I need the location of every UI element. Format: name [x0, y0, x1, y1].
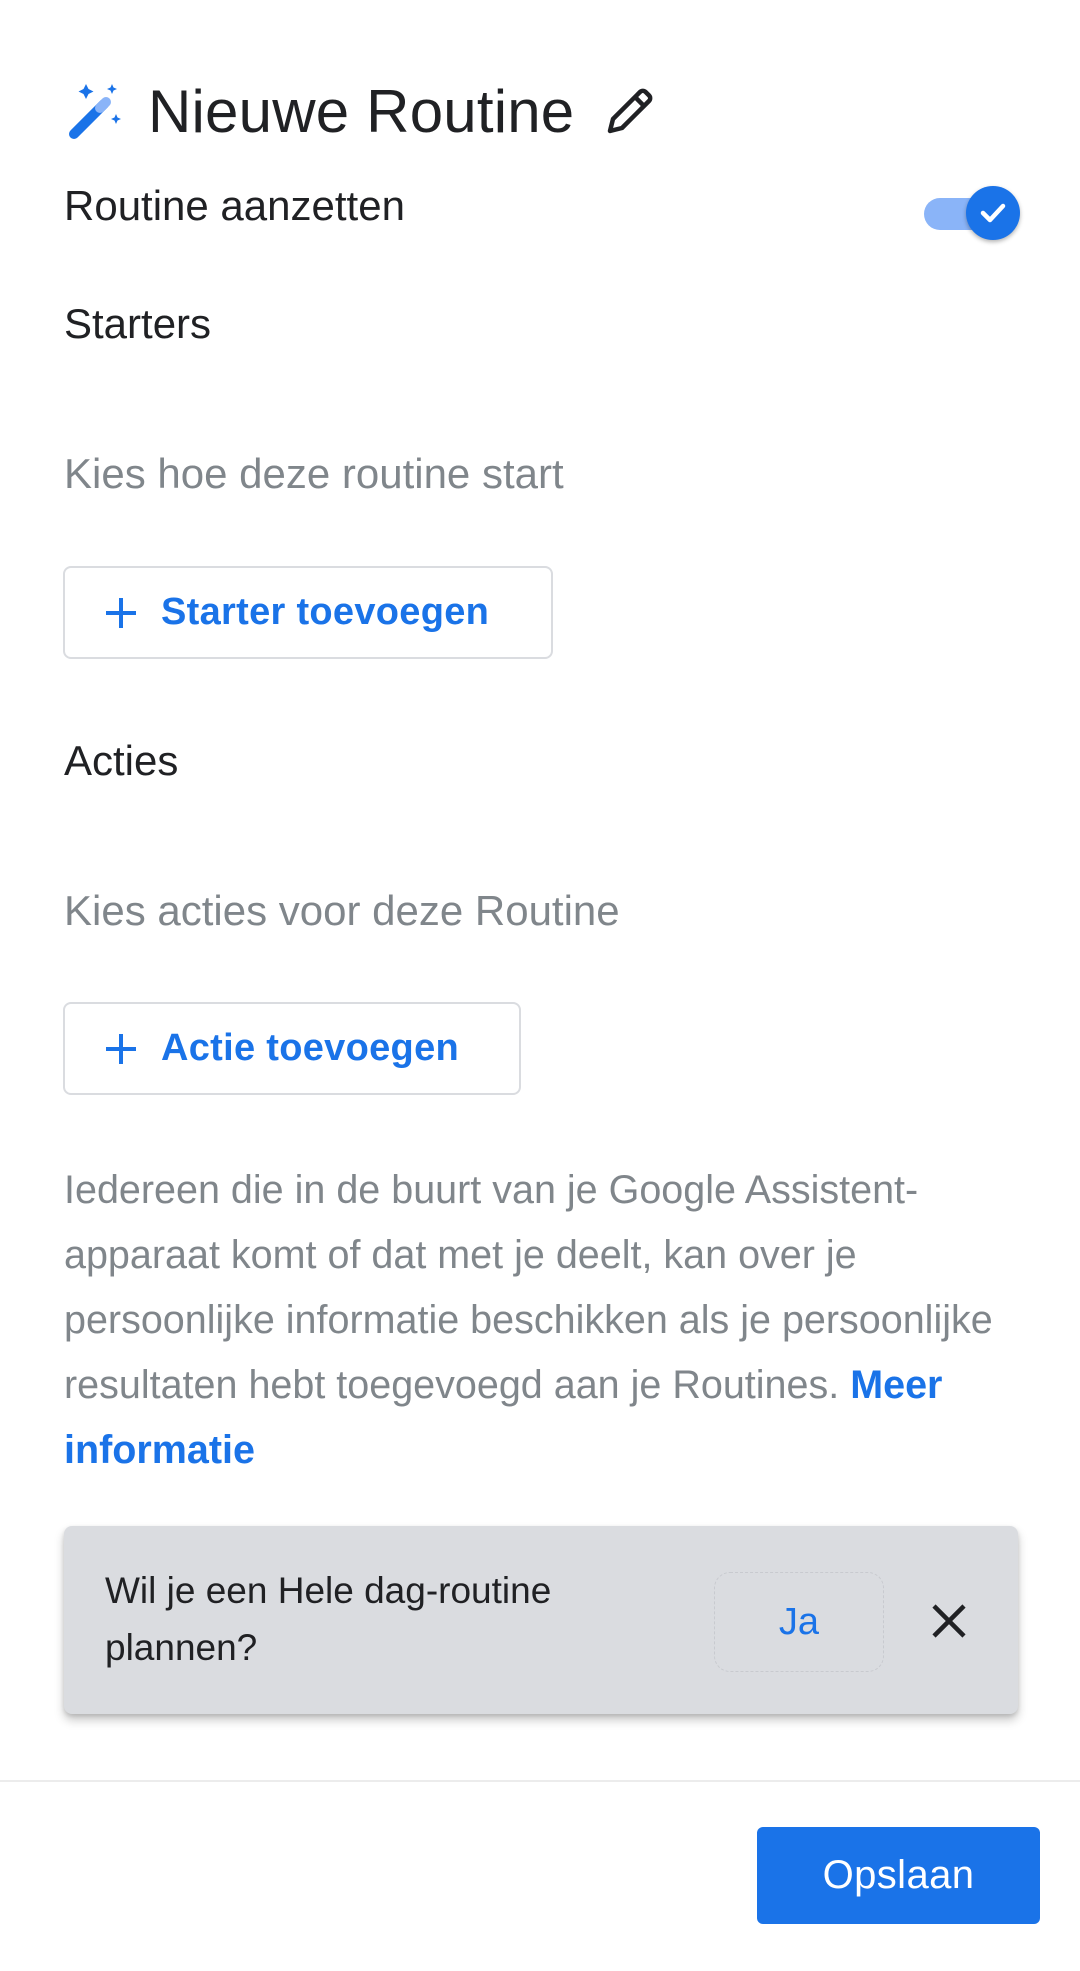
page-title: Nieuwe Routine — [148, 77, 575, 145]
toggle-thumb — [966, 186, 1020, 240]
add-starter-button[interactable]: Starter toevoegen — [63, 566, 553, 659]
routine-enable-toggle[interactable] — [922, 186, 1022, 240]
actions-heading: Acties — [64, 737, 179, 784]
pencil-icon[interactable] — [602, 83, 658, 139]
footer-divider — [0, 1780, 1080, 1782]
plus-icon — [106, 1033, 136, 1064]
starters-hint: Kies hoe deze routine start — [64, 450, 564, 497]
title-row: Nieuwe Routine — [64, 56, 658, 166]
add-action-label: Actie toevoegen — [161, 1027, 460, 1069]
add-action-button[interactable]: Actie toevoegen — [63, 1002, 521, 1095]
privacy-disclaimer: Iedereen die in de buurt van je Google A… — [64, 1158, 1024, 1483]
starters-heading: Starters — [64, 300, 212, 347]
toggle-label: Routine aanzetten — [64, 182, 405, 229]
snackbar-yes-button[interactable]: Ja — [714, 1572, 884, 1672]
add-starter-label: Starter toevoegen — [161, 591, 490, 633]
save-button[interactable]: Opslaan — [757, 1827, 1040, 1924]
close-icon[interactable] — [924, 1596, 974, 1646]
suggestion-snackbar: Wil je een Hele dag-routine plannen? Ja — [64, 1526, 1018, 1714]
actions-hint: Kies acties voor deze Routine — [64, 887, 620, 934]
snackbar-message: Wil je een Hele dag-routine plannen? — [105, 1570, 552, 1668]
plus-icon — [106, 597, 136, 628]
checkmark-icon — [980, 203, 1006, 223]
magic-wand-icon — [69, 84, 121, 139]
